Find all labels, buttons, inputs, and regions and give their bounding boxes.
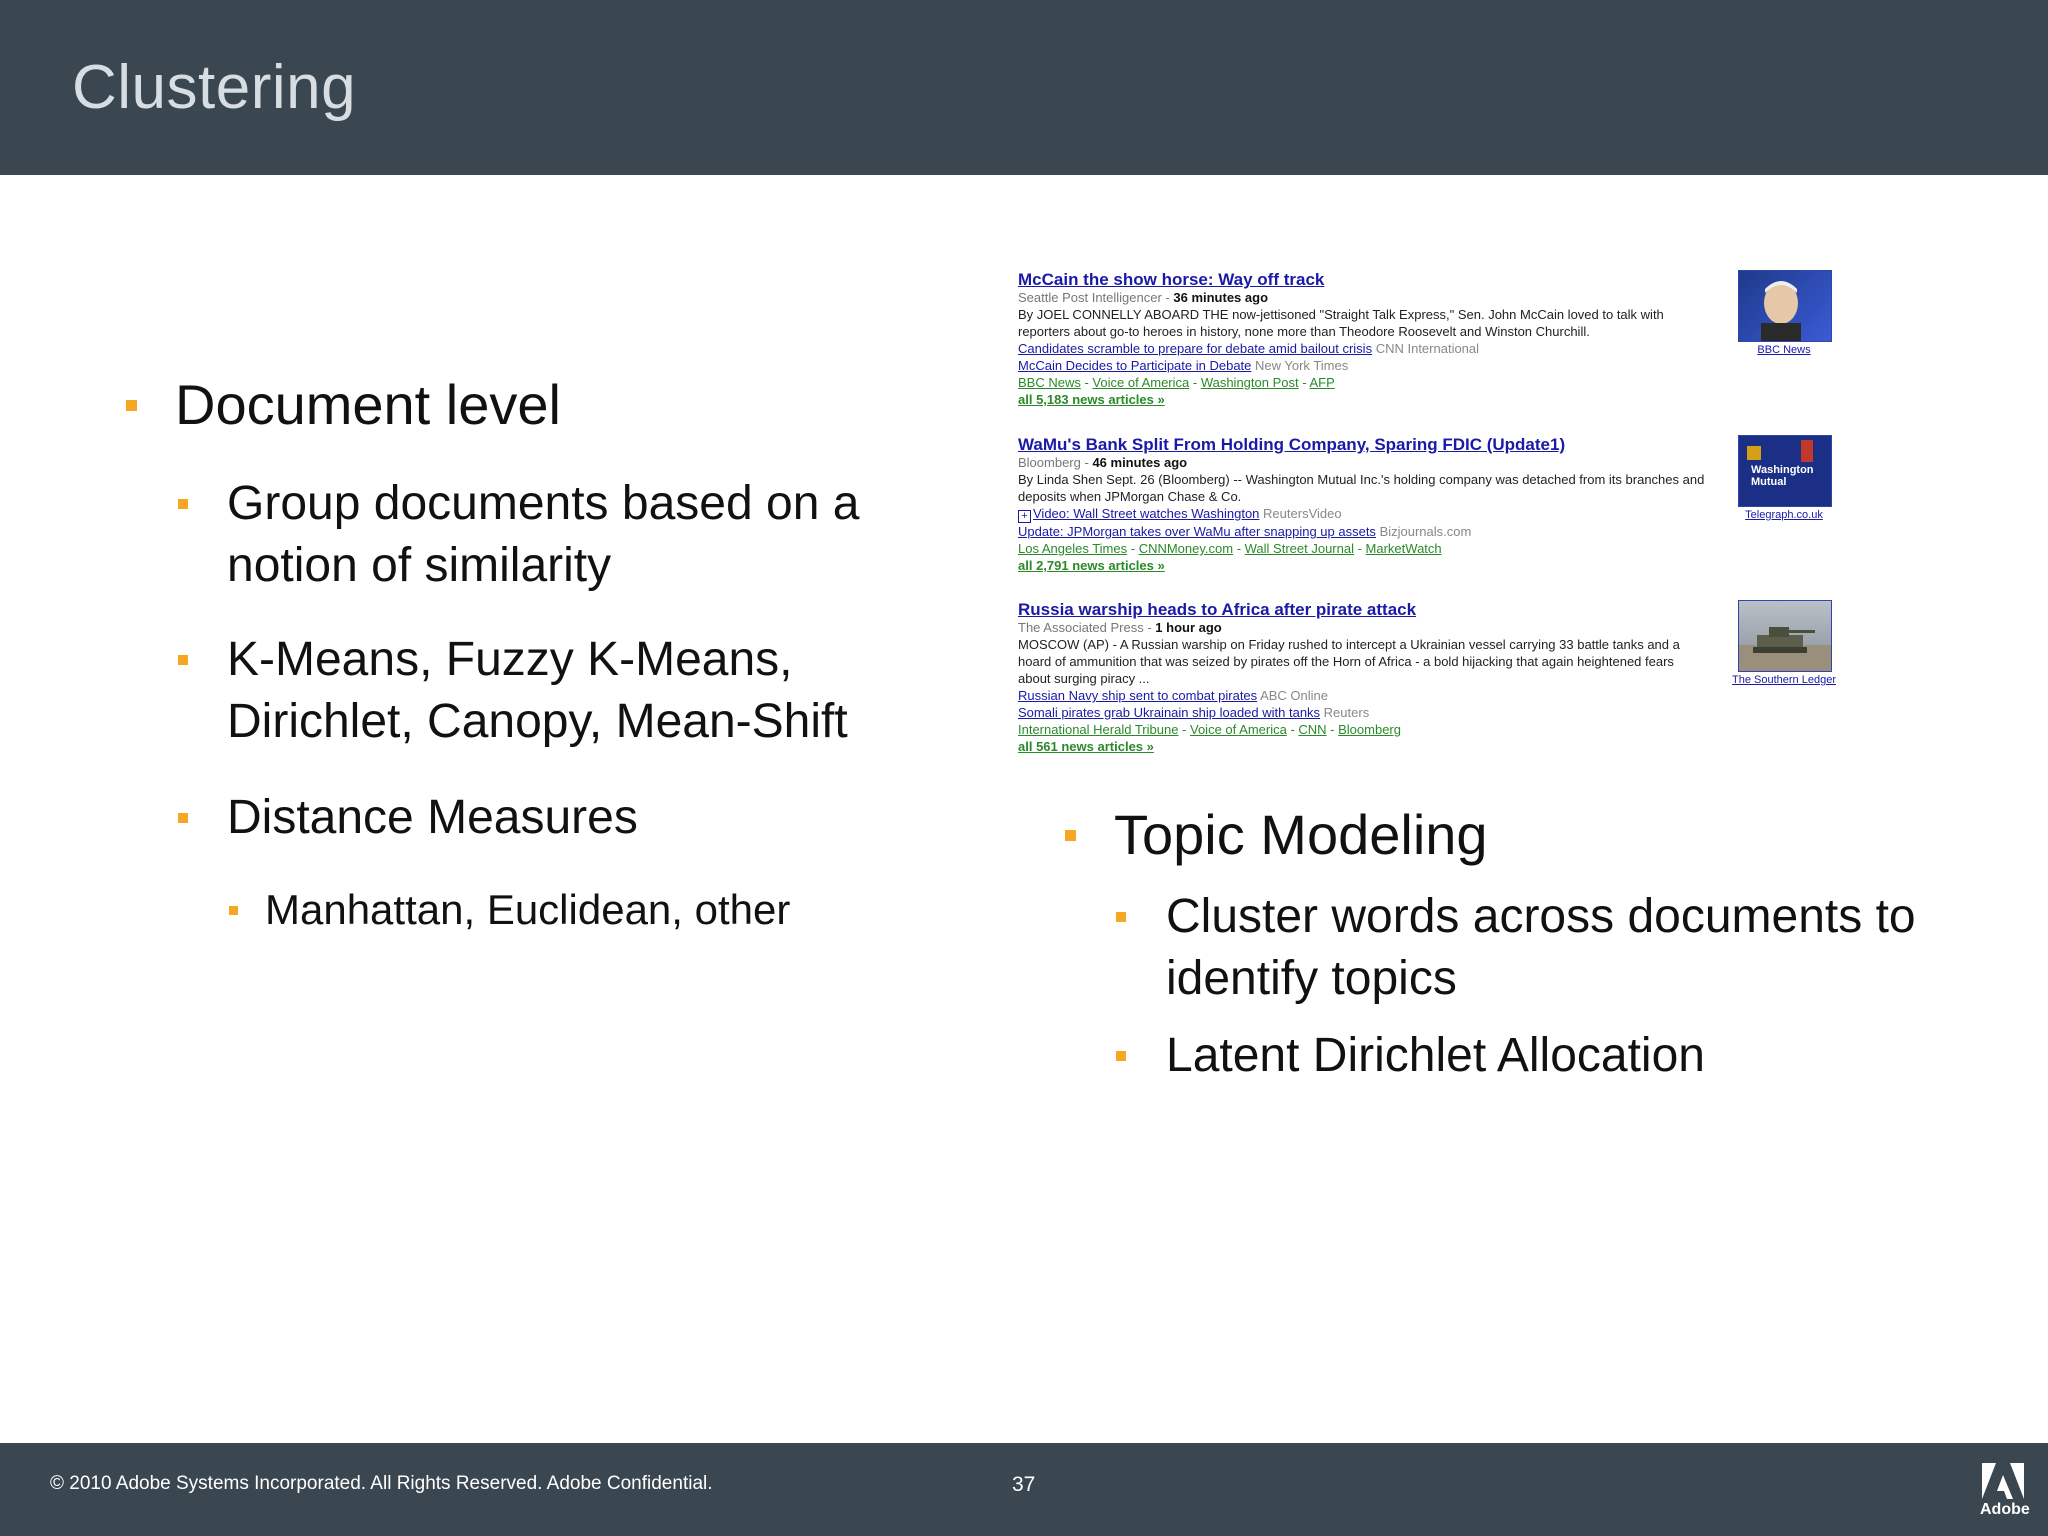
news-story: WaMu's Bank Split From Holding Company, … (1018, 435, 1838, 574)
related-source: CNN International (1375, 341, 1480, 356)
source-link[interactable]: BBC News (1018, 375, 1081, 390)
source-link[interactable]: Washington Post (1201, 375, 1299, 390)
photo-credit-link[interactable]: The Southern Ledger (1724, 674, 1844, 687)
story-title-link[interactable]: WaMu's Bank Split From Holding Company, … (1018, 435, 1838, 455)
bullet-text: Latent Dirichlet Allocation (1166, 1029, 1705, 1082)
source-link[interactable]: CNNMoney.com (1139, 541, 1233, 556)
bullet-text: Cluster words across documents to identi… (1166, 890, 1916, 1005)
story-snippet: By JOEL CONNELLY ABOARD THE now-jettison… (1018, 307, 1664, 339)
news-story: McCain the show horse: Way off track Sea… (1018, 270, 1838, 408)
story-time: 1 hour ago (1155, 620, 1222, 635)
all-articles-link[interactable]: all 5,183 news articles » (1018, 391, 1838, 408)
bullet-document-level: Document level (126, 373, 926, 437)
source-link[interactable]: Los Angeles Times (1018, 541, 1127, 556)
source-link[interactable]: Bloomberg (1338, 722, 1401, 737)
related-item: Somali pirates grab Ukrainain ship loade… (1018, 704, 1838, 721)
related-item: McCain Decides to Participate in Debate … (1018, 357, 1838, 374)
related-link[interactable]: Somali pirates grab Ukrainain ship loade… (1018, 705, 1320, 720)
story-time: 36 minutes ago (1173, 290, 1269, 305)
bullet-text: Group documents based on a notion of sim… (227, 477, 860, 592)
copyright-text: © 2010 Adobe Systems Incorporated. All R… (50, 1473, 713, 1494)
source-link[interactable]: AFP (1309, 375, 1334, 390)
related-item: Update: JPMorgan takes over WaMu after s… (1018, 523, 1838, 540)
related-source: Bizjournals.com (1379, 524, 1472, 539)
bullet-marker (1116, 912, 1126, 922)
story-source: Seattle Post Intelligencer - 36 minutes … (1018, 290, 1269, 305)
adobe-a-icon (1982, 1463, 2024, 1499)
bullet-marker (1116, 1051, 1126, 1061)
story-title-link[interactable]: Russia warship heads to Africa after pir… (1018, 600, 1838, 620)
bullet-text: Distance Measures (227, 791, 638, 844)
bullet-text: Topic Modeling (1114, 803, 1488, 866)
story-time: 46 minutes ago (1092, 455, 1188, 470)
related-source: New York Times (1255, 358, 1349, 373)
news-photo[interactable]: Washington Mutual (1738, 435, 1832, 507)
story-title-link[interactable]: McCain the show horse: Way off track (1018, 270, 1838, 290)
all-articles-link[interactable]: all 561 news articles » (1018, 738, 1838, 755)
photo-credit-link[interactable]: Telegraph.co.uk (1724, 509, 1844, 522)
source-name: The Associated Press (1018, 620, 1144, 635)
expand-icon[interactable]: + (1018, 510, 1031, 523)
related-source: ABC Online (1260, 688, 1328, 703)
video-item: + Video: Wall Street watches Washington R… (1018, 505, 1838, 523)
portrait-image (1761, 281, 1801, 341)
bullet-text: Manhattan, Euclidean, other (265, 886, 791, 933)
slide-title: Clustering (72, 53, 357, 122)
page-number: 37 (1012, 1473, 1036, 1496)
source-link[interactable]: Voice of America (1190, 722, 1287, 737)
news-story: Russia warship heads to Africa after pir… (1018, 600, 1838, 755)
more-sources: BBC News - Voice of America - Washington… (1018, 375, 1335, 390)
adobe-logo: Adobe (1980, 1461, 2030, 1525)
news-photo[interactable] (1738, 600, 1832, 672)
bullet-group-documents: Group documents based on a notion of sim… (178, 473, 938, 597)
source-name: Bloomberg (1018, 455, 1081, 470)
related-link[interactable]: Update: JPMorgan takes over WaMu after s… (1018, 524, 1376, 539)
bullet-text: K-Means, Fuzzy K-Means, Dirichlet, Canop… (227, 633, 848, 748)
bullet-marker (229, 906, 238, 915)
bullet-marker (178, 655, 188, 665)
source-link[interactable]: CNN (1298, 722, 1326, 737)
story-snippet: MOSCOW (AP) - A Russian warship on Frida… (1018, 637, 1680, 686)
bullet-distance-types: Manhattan, Euclidean, other (229, 884, 929, 936)
source-link[interactable]: MarketWatch (1366, 541, 1442, 556)
source-link[interactable]: Wall Street Journal (1245, 541, 1354, 556)
news-photo[interactable] (1738, 270, 1832, 342)
source-link[interactable]: International Herald Tribune (1018, 722, 1178, 737)
all-articles-link[interactable]: all 2,791 news articles » (1018, 557, 1838, 574)
bullet-marker (126, 400, 137, 411)
source-link[interactable]: Voice of America (1092, 375, 1189, 390)
related-link[interactable]: McCain Decides to Participate in Debate (1018, 358, 1251, 373)
bullet-distance-measures: Distance Measures (178, 787, 938, 849)
more-sources: Los Angeles Times - CNNMoney.com - Wall … (1018, 541, 1442, 556)
related-item: Candidates scramble to prepare for debat… (1018, 340, 1838, 357)
bullet-marker (178, 499, 188, 509)
bullet-topic-modeling: Topic Modeling (1065, 803, 1965, 867)
bullet-algorithms: K-Means, Fuzzy K-Means, Dirichlet, Canop… (178, 629, 938, 753)
related-item: Russian Navy ship sent to combat pirates… (1018, 687, 1838, 704)
story-source: The Associated Press - 1 hour ago (1018, 620, 1222, 635)
photo-credit-link[interactable]: BBC News (1724, 344, 1844, 357)
slide-footer: © 2010 Adobe Systems Incorporated. All R… (0, 1443, 2048, 1536)
video-link[interactable]: Video: Wall Street watches Washington (1033, 506, 1259, 521)
bullet-lda: Latent Dirichlet Allocation (1116, 1025, 1986, 1087)
story-source: Bloomberg - 46 minutes ago (1018, 455, 1188, 470)
related-link[interactable]: Russian Navy ship sent to combat pirates (1018, 688, 1257, 703)
related-link[interactable]: Candidates scramble to prepare for debat… (1018, 341, 1372, 356)
more-sources: International Herald Tribune - Voice of … (1018, 722, 1401, 737)
adobe-wordmark: Adobe (1980, 1501, 2030, 1518)
story-snippet: By Linda Shen Sept. 26 (Bloomberg) -- Wa… (1018, 472, 1705, 504)
bullet-marker (1065, 830, 1076, 841)
photo-text: Washington Mutual (1751, 464, 1814, 488)
bullet-text: Document level (175, 373, 561, 436)
source-name: Seattle Post Intelligencer (1018, 290, 1162, 305)
slide-header: Clustering (0, 0, 2048, 175)
related-source: ReutersVideo (1263, 506, 1342, 521)
bullet-cluster-words: Cluster words across documents to identi… (1116, 886, 1986, 1010)
related-source: Reuters (1323, 705, 1370, 720)
tank-image (1739, 627, 1831, 671)
news-clusters-screenshot: McCain the show horse: Way off track Sea… (1012, 265, 1842, 780)
bullet-marker (178, 813, 188, 823)
